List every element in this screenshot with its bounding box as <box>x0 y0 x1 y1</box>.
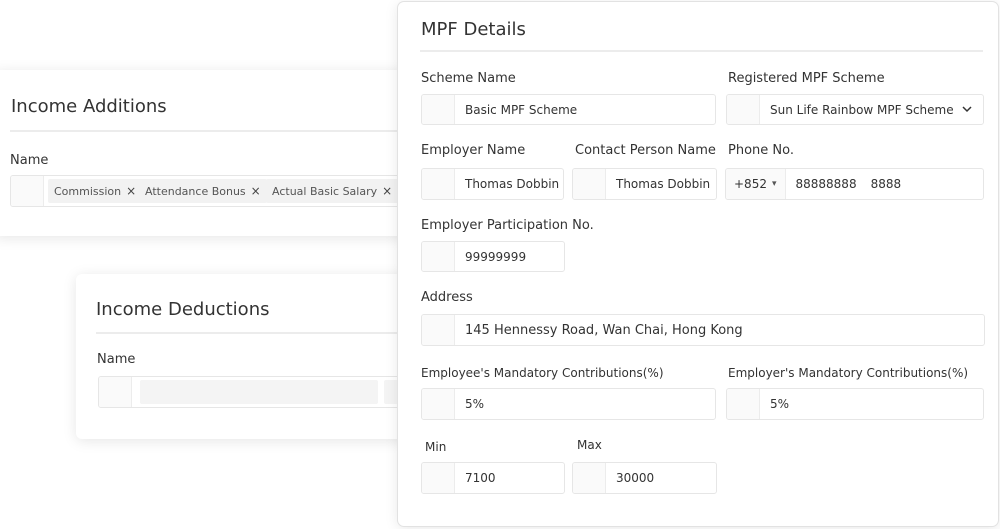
tag-label: Commission <box>54 184 122 198</box>
participation-no-input[interactable]: 99999999 <box>421 241 565 272</box>
close-icon[interactable]: × <box>382 184 392 198</box>
phone-label: Phone No. <box>728 143 794 158</box>
phone-number-value: 88888888 <box>795 177 857 191</box>
country-code-select[interactable]: +852 ▾ <box>726 169 786 199</box>
input-prefix <box>727 389 760 419</box>
phone-input[interactable]: +852 ▾ 88888888 8888 <box>725 168 984 200</box>
scheme-name-label: Scheme Name <box>421 71 516 86</box>
input-prefix <box>99 377 132 407</box>
min-input[interactable]: 7100 <box>421 462 565 494</box>
income-additions-name-label: Name <box>10 153 49 168</box>
contact-person-value: Thomas Dobbin <box>616 177 711 191</box>
close-icon[interactable]: × <box>126 184 136 198</box>
participation-no-label: Employer Participation No. <box>421 218 594 233</box>
input-prefix <box>422 169 455 199</box>
tag-commission[interactable]: Commission × <box>48 179 143 203</box>
mpf-details-title: MPF Details <box>421 19 526 40</box>
mpf-details-divider <box>420 50 983 52</box>
input-prefix <box>422 95 455 124</box>
employer-contrib-label: Employer's Mandatory Contributions(%) <box>728 366 969 380</box>
placeholder-tag <box>140 380 378 404</box>
registered-scheme-select[interactable]: Sun Life Rainbow MPF Scheme <box>726 94 984 125</box>
employer-contrib-input[interactable]: 5% <box>726 388 984 420</box>
employee-contrib-input[interactable]: 5% <box>421 388 716 420</box>
contact-person-label: Contact Person Name <box>575 143 716 158</box>
close-icon[interactable]: × <box>251 184 261 198</box>
registered-scheme-label: Registered MPF Scheme <box>728 71 885 86</box>
employer-contrib-value: 5% <box>770 397 790 411</box>
income-additions-card: Income Additions Name Commission × Atten… <box>0 70 430 236</box>
income-additions-title: Income Additions <box>11 96 167 117</box>
max-input[interactable]: 30000 <box>572 462 717 494</box>
input-prefix <box>727 95 760 124</box>
employee-contrib-label: Employee's Mandatory Contributions(%) <box>421 366 664 380</box>
address-value: 145 Hennessy Road, Wan Chai, Hong Kong <box>465 322 743 338</box>
scheme-name-input[interactable]: Basic MPF Scheme <box>421 94 716 125</box>
max-label: Max <box>577 438 602 452</box>
address-input[interactable]: 145 Hennessy Road, Wan Chai, Hong Kong <box>421 314 985 346</box>
max-value: 30000 <box>616 471 655 485</box>
participation-no-value: 99999999 <box>465 249 527 264</box>
address-label: Address <box>421 290 473 305</box>
input-prefix <box>573 463 606 493</box>
input-prefix <box>422 315 455 345</box>
chevron-down-icon[interactable] <box>961 103 973 115</box>
phone-extension-value: 8888 <box>870 177 902 191</box>
employee-contrib-value: 5% <box>465 397 485 411</box>
min-label: Min <box>425 440 447 454</box>
caret-down-icon: ▾ <box>771 179 777 189</box>
min-value: 7100 <box>465 471 496 485</box>
country-code-value: +852 <box>734 177 767 191</box>
tag-label: Actual Basic Salary <box>272 184 378 198</box>
registered-scheme-value: Sun Life Rainbow MPF Scheme <box>770 102 954 117</box>
input-prefix <box>422 389 455 419</box>
income-deductions-divider <box>96 332 436 334</box>
mpf-details-card: MPF Details Scheme Name Basic MPF Scheme… <box>398 2 998 526</box>
tag-label: Attendance Bonus <box>145 184 246 198</box>
input-prefix <box>11 176 44 206</box>
input-prefix <box>422 463 455 493</box>
employer-name-input[interactable]: Thomas Dobbin <box>421 168 564 200</box>
income-deductions-name-label: Name <box>97 352 136 367</box>
input-prefix <box>422 242 455 271</box>
tag-attendance-bonus[interactable]: Attendance Bonus × <box>139 179 267 203</box>
scheme-name-value: Basic MPF Scheme <box>465 102 578 117</box>
employer-name-label: Employer Name <box>421 143 526 158</box>
tag-actual-basic-salary[interactable]: Actual Basic Salary × <box>266 179 399 203</box>
input-prefix <box>573 169 606 199</box>
income-deductions-card: Income Deductions Name <box>76 274 436 439</box>
employer-name-value: Thomas Dobbin <box>465 177 560 191</box>
contact-person-input[interactable]: Thomas Dobbin <box>572 168 717 200</box>
income-additions-divider <box>10 130 430 132</box>
income-deductions-title: Income Deductions <box>96 299 270 320</box>
